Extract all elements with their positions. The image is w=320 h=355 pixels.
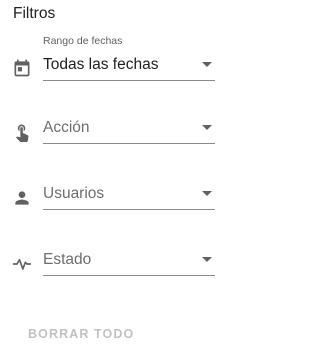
status-select[interactable]: Estado	[43, 245, 215, 276]
date-range-filter: Rango de fechas Todas las fechas	[0, 35, 237, 82]
action-placeholder: Acción	[43, 119, 90, 136]
chevron-down-icon	[202, 257, 212, 262]
chevron-down-icon	[202, 62, 212, 67]
touch-hand-icon	[12, 122, 32, 142]
date-range-select[interactable]: Rango de fechas Todas las fechas	[43, 35, 215, 81]
chevron-down-icon	[202, 191, 212, 196]
users-filter: Usuarios	[0, 174, 237, 214]
action-select[interactable]: Acción	[43, 113, 215, 144]
users-select[interactable]: Usuarios	[43, 179, 215, 210]
users-placeholder: Usuarios	[43, 185, 105, 202]
date-range-value: Todas las fechas	[43, 56, 159, 73]
chevron-down-icon	[202, 125, 212, 130]
calendar-icon	[12, 58, 32, 78]
activity-pulse-icon	[12, 254, 32, 274]
panel-title: Filtros	[13, 5, 56, 22]
date-range-label: Rango de fechas	[43, 35, 123, 47]
clear-all-button[interactable]: BORRAR TODO	[28, 327, 134, 341]
person-icon	[12, 188, 32, 208]
status-placeholder: Estado	[43, 251, 92, 268]
action-filter: Acción	[0, 108, 237, 148]
status-filter: Estado	[0, 240, 237, 280]
